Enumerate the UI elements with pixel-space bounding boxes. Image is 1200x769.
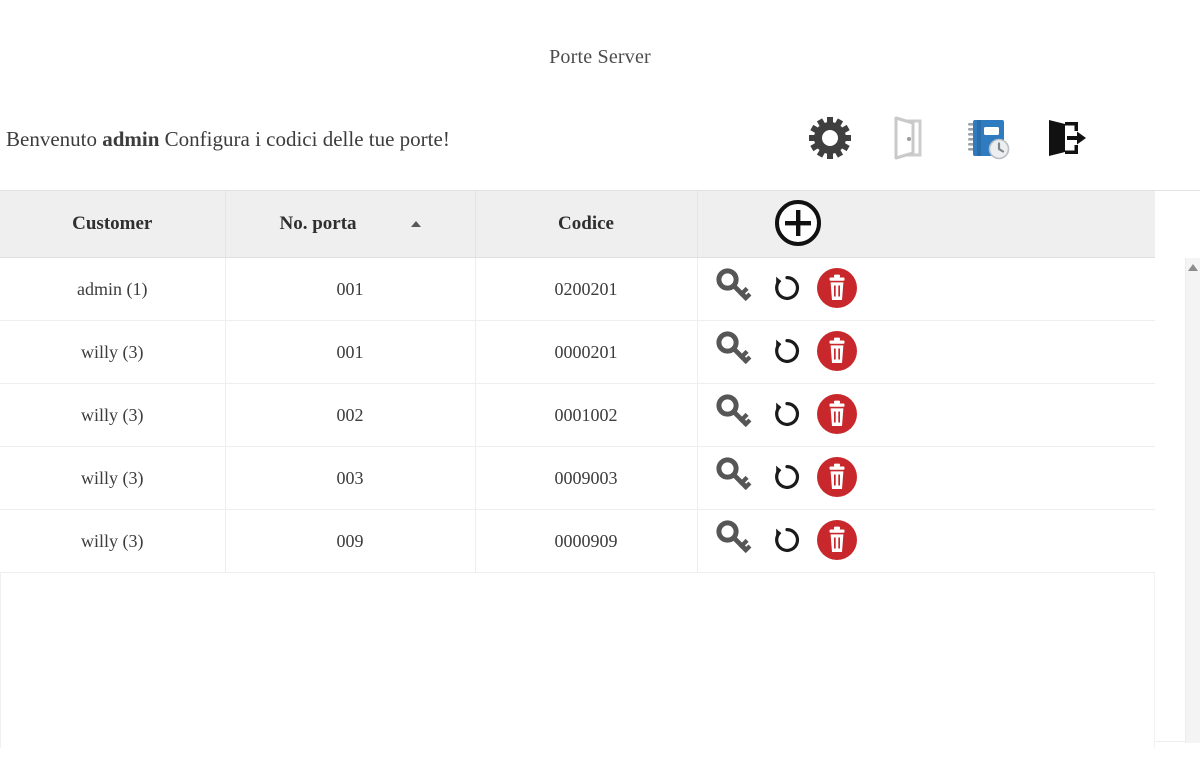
column-header-porta[interactable]: No. porta [225, 191, 476, 258]
table-row[interactable]: willy (3) 003 0009003 [0, 446, 1156, 510]
page-title: Porte Server [549, 45, 651, 68]
row-action-group [698, 328, 1156, 377]
key-button[interactable] [713, 328, 759, 377]
scroll-up-arrow-icon[interactable] [1188, 264, 1198, 271]
cell-actions [697, 383, 1156, 447]
reset-icon [772, 273, 802, 306]
cell-customer: willy (3) [0, 509, 226, 573]
cell-codice: 0009003 [475, 446, 698, 510]
table-row[interactable]: willy (3) 002 0001002 [0, 383, 1156, 447]
delete-icon [815, 329, 859, 376]
logout-button[interactable] [1044, 116, 1090, 162]
cell-porta: 009 [225, 509, 476, 573]
cell-customer: willy (3) [0, 320, 226, 384]
cell-porta: 001 [225, 320, 476, 384]
table-body: admin (1) 001 0200201 willy (3) 001 0000… [0, 257, 1156, 573]
table-empty-space [0, 573, 1155, 748]
reset-icon [772, 399, 802, 432]
table-row[interactable]: willy (3) 009 0000909 [0, 509, 1156, 573]
page-header: Porte Server [0, 0, 1200, 100]
table-header-row: Customer No. porta Codice [0, 191, 1155, 258]
welcome-suffix: Configura i codici delle tue porte! [159, 126, 450, 151]
reset-code-button[interactable] [772, 336, 802, 369]
cell-customer: willy (3) [0, 383, 226, 447]
porte-table-container: Customer No. porta Codice admin (1) 001 … [0, 190, 1200, 748]
cell-codice: 0000201 [475, 320, 698, 384]
column-header-codice-label: Codice [558, 213, 614, 234]
welcome-prefix: Benvenuto [6, 126, 103, 151]
logbook-icon [966, 116, 1010, 163]
reset-icon [772, 336, 802, 369]
cell-actions [697, 320, 1156, 384]
cell-actions [697, 257, 1156, 321]
delete-icon [815, 392, 859, 439]
cell-codice: 0001002 [475, 383, 698, 447]
key-button[interactable] [713, 265, 759, 314]
delete-button[interactable] [815, 455, 859, 502]
add-row-button[interactable] [772, 197, 824, 252]
row-action-group [698, 454, 1156, 503]
reset-code-button[interactable] [772, 273, 802, 306]
table-row[interactable]: willy (3) 001 0000201 [0, 320, 1156, 384]
sort-ascending-icon [410, 221, 421, 227]
key-icon [713, 328, 759, 377]
cell-actions [697, 509, 1156, 573]
column-header-actions [697, 191, 1155, 258]
delete-icon [815, 518, 859, 565]
key-icon [713, 265, 759, 314]
column-header-codice[interactable]: Codice [475, 191, 698, 258]
welcome-username: admin [102, 126, 160, 151]
delete-button[interactable] [815, 329, 859, 376]
cell-codice: 0200201 [475, 257, 698, 321]
row-action-group [698, 391, 1156, 440]
key-icon [713, 454, 759, 503]
delete-icon [815, 455, 859, 502]
delete-button[interactable] [815, 266, 859, 313]
column-header-customer[interactable]: Customer [0, 191, 226, 258]
door-icon [889, 116, 929, 163]
toolbar [807, 116, 1174, 162]
table-header: Customer No. porta Codice [0, 191, 1155, 258]
cell-customer: willy (3) [0, 446, 226, 510]
row-action-group [698, 265, 1156, 314]
logout-icon [1045, 116, 1089, 163]
reset-code-button[interactable] [772, 462, 802, 495]
welcome-message: Benvenuto admin Configura i codici delle… [6, 127, 450, 152]
key-button[interactable] [713, 454, 759, 503]
reset-code-button[interactable] [772, 399, 802, 432]
logbook-button[interactable] [965, 116, 1011, 162]
column-header-porta-label: No. porta [279, 213, 357, 234]
doors-button[interactable] [886, 116, 932, 162]
cell-actions [697, 446, 1156, 510]
key-icon [713, 517, 759, 566]
key-button[interactable] [713, 517, 759, 566]
reset-code-button[interactable] [772, 525, 802, 558]
key-icon [713, 391, 759, 440]
row-action-group [698, 517, 1156, 566]
cell-porta: 001 [225, 257, 476, 321]
cell-customer: admin (1) [0, 257, 226, 321]
reset-icon [772, 462, 802, 495]
column-header-customer-label: Customer [72, 213, 153, 234]
cell-porta: 003 [225, 446, 476, 510]
settings-icon [808, 116, 852, 163]
porte-table: Customer No. porta Codice admin (1) 001 … [0, 191, 1155, 573]
cell-porta: 002 [225, 383, 476, 447]
key-button[interactable] [713, 391, 759, 440]
delete-icon [815, 266, 859, 313]
welcome-toolbar-row: Benvenuto admin Configura i codici delle… [0, 100, 1200, 178]
cell-codice: 0000909 [475, 509, 698, 573]
delete-button[interactable] [815, 392, 859, 439]
table-row[interactable]: admin (1) 001 0200201 [0, 257, 1156, 321]
table-scrollbar[interactable] [1185, 258, 1200, 743]
settings-button[interactable] [807, 116, 853, 162]
add-circle-icon [772, 197, 824, 252]
reset-icon [772, 525, 802, 558]
delete-button[interactable] [815, 518, 859, 565]
